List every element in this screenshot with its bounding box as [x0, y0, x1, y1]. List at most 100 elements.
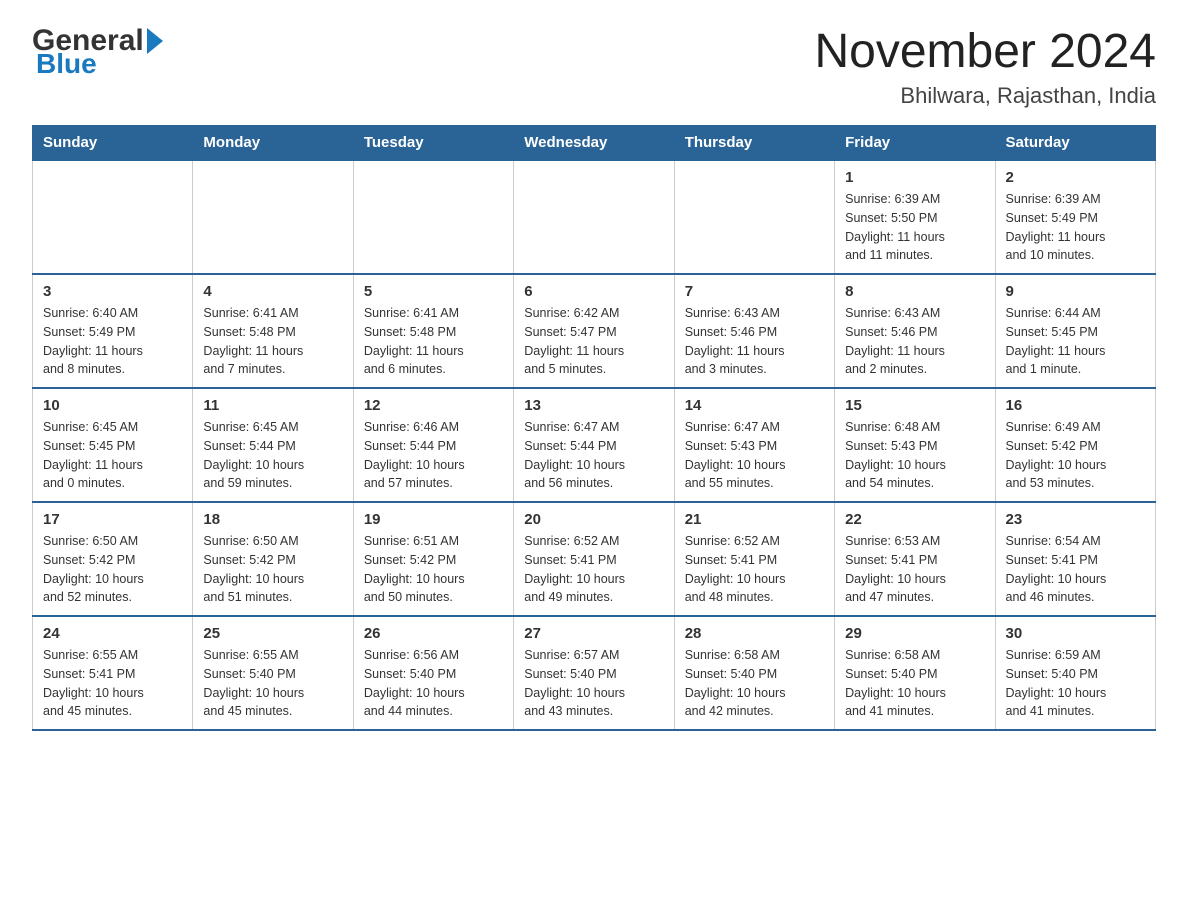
calendar-cell: 3Sunrise: 6:40 AM Sunset: 5:49 PM Daylig… — [33, 274, 193, 388]
calendar-cell: 1Sunrise: 6:39 AM Sunset: 5:50 PM Daylig… — [835, 160, 995, 274]
logo-bottom-row: Blue — [34, 52, 97, 80]
calendar-cell: 10 Sunrise: 6:45 AM Sunset: 5:45 PM Dayli… — [33, 388, 193, 502]
day-number: 27 — [524, 625, 663, 642]
calendar-cell: 30 Sunrise: 6:59 AM Sunset: 5:40 PM Dayli… — [995, 616, 1155, 730]
calendar-cell — [514, 160, 674, 274]
calendar-cell — [33, 160, 193, 274]
day-number: 28 — [685, 625, 824, 642]
weekday-header-thursday: Thursday — [674, 126, 834, 161]
day-info: Sunrise: 6:41 AM Sunset: 5:48 PM Dayligh… — [364, 304, 503, 379]
calendar-week-row: 17 Sunrise: 6:50 AM Sunset: 5:42 PM Dayli… — [33, 502, 1156, 616]
day-number: 14 — [685, 397, 824, 414]
day-info: Sunrise: 6:46 AM Sunset: 5:44 PM Dayligh… — [364, 418, 503, 493]
calendar-week-row: 1Sunrise: 6:39 AM Sunset: 5:50 PM Daylig… — [33, 160, 1156, 274]
calendar-cell: 11 Sunrise: 6:45 AM Sunset: 5:44 PM Dayli… — [193, 388, 353, 502]
day-number: 22 — [845, 511, 984, 528]
day-info: Sunrise: 6:57 AM Sunset: 5:40 PM Dayligh… — [524, 646, 663, 721]
calendar-cell: 21Sunrise: 6:52 AM Sunset: 5:41 PM Dayli… — [674, 502, 834, 616]
weekday-header-monday: Monday — [193, 126, 353, 161]
day-info: Sunrise: 6:45 AM Sunset: 5:44 PM Dayligh… — [203, 418, 342, 493]
day-number: 1 — [845, 169, 984, 186]
calendar-cell: 2Sunrise: 6:39 AM Sunset: 5:49 PM Daylig… — [995, 160, 1155, 274]
day-info: Sunrise: 6:59 AM Sunset: 5:40 PM Dayligh… — [1006, 646, 1145, 721]
day-info: Sunrise: 6:52 AM Sunset: 5:41 PM Dayligh… — [524, 532, 663, 607]
day-number: 17 — [43, 511, 182, 528]
day-info: Sunrise: 6:43 AM Sunset: 5:46 PM Dayligh… — [685, 304, 824, 379]
calendar-cell: 6 Sunrise: 6:42 AM Sunset: 5:47 PM Daylig… — [514, 274, 674, 388]
day-info: Sunrise: 6:49 AM Sunset: 5:42 PM Dayligh… — [1006, 418, 1145, 493]
day-info: Sunrise: 6:55 AM Sunset: 5:40 PM Dayligh… — [203, 646, 342, 721]
day-info: Sunrise: 6:51 AM Sunset: 5:42 PM Dayligh… — [364, 532, 503, 607]
day-number: 7 — [685, 283, 824, 300]
calendar-cell: 20 Sunrise: 6:52 AM Sunset: 5:41 PM Dayli… — [514, 502, 674, 616]
weekday-header-wednesday: Wednesday — [514, 126, 674, 161]
day-number: 30 — [1006, 625, 1145, 642]
logo-area: General Blue — [32, 24, 163, 80]
calendar-week-row: 10 Sunrise: 6:45 AM Sunset: 5:45 PM Dayli… — [33, 388, 1156, 502]
weekday-header-saturday: Saturday — [995, 126, 1155, 161]
day-number: 3 — [43, 283, 182, 300]
day-info: Sunrise: 6:58 AM Sunset: 5:40 PM Dayligh… — [685, 646, 824, 721]
day-info: Sunrise: 6:47 AM Sunset: 5:44 PM Dayligh… — [524, 418, 663, 493]
calendar-table: SundayMondayTuesdayWednesdayThursdayFrid… — [32, 125, 1156, 731]
day-info: Sunrise: 6:41 AM Sunset: 5:48 PM Dayligh… — [203, 304, 342, 379]
day-info: Sunrise: 6:39 AM Sunset: 5:49 PM Dayligh… — [1006, 190, 1145, 265]
day-info: Sunrise: 6:56 AM Sunset: 5:40 PM Dayligh… — [364, 646, 503, 721]
day-number: 10 — [43, 397, 182, 414]
day-info: Sunrise: 6:58 AM Sunset: 5:40 PM Dayligh… — [845, 646, 984, 721]
calendar-cell: 25 Sunrise: 6:55 AM Sunset: 5:40 PM Dayli… — [193, 616, 353, 730]
day-number: 6 — [524, 283, 663, 300]
calendar-cell — [353, 160, 513, 274]
day-info: Sunrise: 6:48 AM Sunset: 5:43 PM Dayligh… — [845, 418, 984, 493]
day-number: 29 — [845, 625, 984, 642]
day-info: Sunrise: 6:45 AM Sunset: 5:45 PM Dayligh… — [43, 418, 182, 493]
day-info: Sunrise: 6:44 AM Sunset: 5:45 PM Dayligh… — [1006, 304, 1145, 379]
title-area: November 2024 Bhilwara, Rajasthan, India — [814, 24, 1156, 109]
month-year-title: November 2024 — [814, 24, 1156, 79]
calendar-cell: 5Sunrise: 6:41 AM Sunset: 5:48 PM Daylig… — [353, 274, 513, 388]
calendar-cell: 28 Sunrise: 6:58 AM Sunset: 5:40 PM Dayli… — [674, 616, 834, 730]
day-number: 15 — [845, 397, 984, 414]
weekday-header-friday: Friday — [835, 126, 995, 161]
calendar-cell: 14 Sunrise: 6:47 AM Sunset: 5:43 PM Dayli… — [674, 388, 834, 502]
calendar-cell: 19 Sunrise: 6:51 AM Sunset: 5:42 PM Dayli… — [353, 502, 513, 616]
calendar-cell: 26 Sunrise: 6:56 AM Sunset: 5:40 PM Dayli… — [353, 616, 513, 730]
calendar-cell: 12 Sunrise: 6:46 AM Sunset: 5:44 PM Dayli… — [353, 388, 513, 502]
day-number: 13 — [524, 397, 663, 414]
day-number: 26 — [364, 625, 503, 642]
calendar-cell: 22Sunrise: 6:53 AM Sunset: 5:41 PM Dayli… — [835, 502, 995, 616]
day-number: 19 — [364, 511, 503, 528]
day-number: 12 — [364, 397, 503, 414]
day-number: 20 — [524, 511, 663, 528]
logo-triangle-icon — [147, 28, 163, 54]
day-info: Sunrise: 6:52 AM Sunset: 5:41 PM Dayligh… — [685, 532, 824, 607]
calendar-cell: 15 Sunrise: 6:48 AM Sunset: 5:43 PM Dayli… — [835, 388, 995, 502]
weekday-header-sunday: Sunday — [33, 126, 193, 161]
calendar-cell: 29 Sunrise: 6:58 AM Sunset: 5:40 PM Dayli… — [835, 616, 995, 730]
day-info: Sunrise: 6:47 AM Sunset: 5:43 PM Dayligh… — [685, 418, 824, 493]
calendar-cell: 24 Sunrise: 6:55 AM Sunset: 5:41 PM Dayli… — [33, 616, 193, 730]
day-number: 11 — [203, 397, 342, 414]
calendar-cell — [674, 160, 834, 274]
calendar-week-row: 24 Sunrise: 6:55 AM Sunset: 5:41 PM Dayli… — [33, 616, 1156, 730]
calendar-week-row: 3Sunrise: 6:40 AM Sunset: 5:49 PM Daylig… — [33, 274, 1156, 388]
weekday-header-row: SundayMondayTuesdayWednesdayThursdayFrid… — [33, 126, 1156, 161]
calendar-cell: 23Sunrise: 6:54 AM Sunset: 5:41 PM Dayli… — [995, 502, 1155, 616]
logo-blue-text: Blue — [36, 48, 97, 80]
day-info: Sunrise: 6:42 AM Sunset: 5:47 PM Dayligh… — [524, 304, 663, 379]
calendar-cell: 4Sunrise: 6:41 AM Sunset: 5:48 PM Daylig… — [193, 274, 353, 388]
weekday-header-tuesday: Tuesday — [353, 126, 513, 161]
day-number: 9 — [1006, 283, 1145, 300]
calendar-cell: 17 Sunrise: 6:50 AM Sunset: 5:42 PM Dayli… — [33, 502, 193, 616]
day-number: 24 — [43, 625, 182, 642]
calendar-cell: 13 Sunrise: 6:47 AM Sunset: 5:44 PM Dayli… — [514, 388, 674, 502]
day-info: Sunrise: 6:50 AM Sunset: 5:42 PM Dayligh… — [203, 532, 342, 607]
day-info: Sunrise: 6:55 AM Sunset: 5:41 PM Dayligh… — [43, 646, 182, 721]
day-number: 16 — [1006, 397, 1145, 414]
day-number: 8 — [845, 283, 984, 300]
calendar-cell: 9 Sunrise: 6:44 AM Sunset: 5:45 PM Daylig… — [995, 274, 1155, 388]
day-number: 25 — [203, 625, 342, 642]
day-info: Sunrise: 6:50 AM Sunset: 5:42 PM Dayligh… — [43, 532, 182, 607]
day-number: 23 — [1006, 511, 1145, 528]
calendar-cell: 7 Sunrise: 6:43 AM Sunset: 5:46 PM Daylig… — [674, 274, 834, 388]
